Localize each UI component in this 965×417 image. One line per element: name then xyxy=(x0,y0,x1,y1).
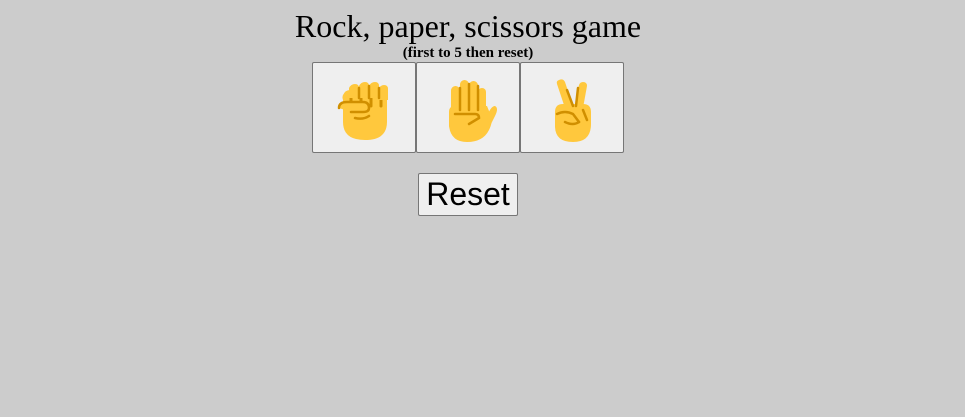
raised-fist-icon xyxy=(337,82,388,140)
page-subtitle: (first to 5 then reset) xyxy=(402,45,534,61)
reset-button[interactable]: Reset xyxy=(418,173,518,216)
raised-hand-icon xyxy=(449,80,497,142)
game-page: Rock, paper, scissors game (first to 5 t… xyxy=(0,0,965,417)
victory-hand-icon xyxy=(555,79,591,142)
page-title: Rock, paper, scissors game xyxy=(294,8,642,44)
paper-button[interactable] xyxy=(416,62,520,153)
rock-button[interactable] xyxy=(312,62,416,153)
scissors-button[interactable] xyxy=(520,62,624,153)
